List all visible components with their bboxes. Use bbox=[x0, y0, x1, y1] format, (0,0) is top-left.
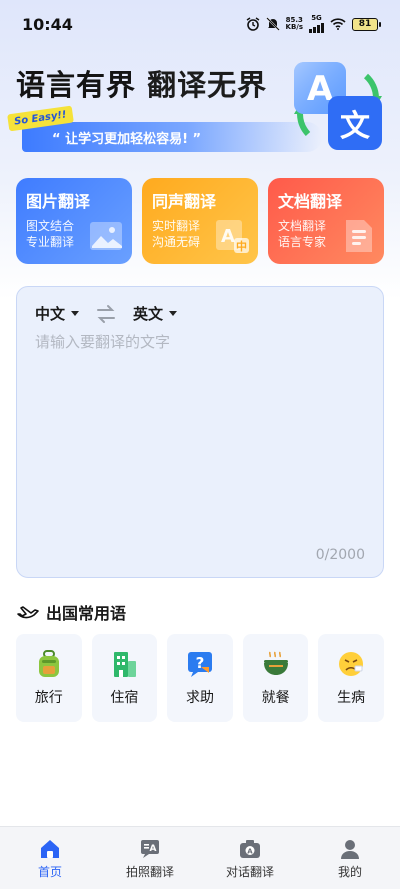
nav-home-label: 首页 bbox=[37, 864, 62, 879]
translate-input[interactable] bbox=[35, 331, 365, 531]
svg-text:中: 中 bbox=[236, 239, 247, 253]
phrase-label: 就餐 bbox=[261, 690, 290, 706]
feature-title: 图片翻译 bbox=[26, 192, 91, 211]
status-icons: 85.3 KB/s 5G 81 bbox=[246, 14, 381, 33]
feature-title: 文档翻译 bbox=[278, 192, 343, 211]
phrase-help[interactable]: ? 求助 bbox=[167, 634, 233, 722]
source-language-label: 中文 bbox=[35, 305, 66, 323]
home-icon bbox=[41, 839, 59, 858]
nav-dialog-translate-label: 对话翻译 bbox=[225, 864, 274, 879]
hero-title-part2: 翻译无界 bbox=[147, 68, 268, 102]
nav-profile-label: 我的 bbox=[337, 864, 362, 879]
nav-dialog-translate[interactable]: A 对话翻译 bbox=[200, 827, 300, 889]
wifi-icon bbox=[330, 18, 346, 30]
nav-photo-translate[interactable]: A 拍照翻译 bbox=[100, 827, 200, 889]
svg-text:?: ? bbox=[196, 654, 205, 672]
phrase-travel[interactable]: 旅行 bbox=[16, 634, 82, 722]
nav-photo-translate-label: 拍照翻译 bbox=[125, 864, 174, 879]
sick-face-icon bbox=[339, 652, 364, 676]
phrase-sick[interactable]: 生病 bbox=[318, 634, 384, 722]
photo-translate-icon: A bbox=[141, 839, 159, 858]
source-language-select[interactable]: 中文 bbox=[35, 303, 80, 324]
svg-text:A: A bbox=[221, 226, 235, 247]
feature-cards: 图片翻译 图文结合 专业翻译 同声翻译 实时翻译 沟通无碍 A 中 文档翻译 文… bbox=[16, 178, 384, 264]
camera-icon: A bbox=[240, 839, 260, 858]
hero-title-part1: 语言有界 bbox=[16, 68, 137, 102]
network-type: 5G bbox=[311, 14, 322, 22]
svg-text:A: A bbox=[247, 847, 253, 855]
alarm-icon bbox=[246, 17, 259, 31]
net-speed: 85.3 KB/s bbox=[286, 17, 303, 31]
phrase-label: 生病 bbox=[337, 690, 366, 706]
mute-bell-icon bbox=[265, 17, 280, 31]
battery-icon: 81 bbox=[352, 17, 381, 31]
translate-ac-icon: A 中 bbox=[216, 220, 249, 253]
battery-level: 81 bbox=[358, 19, 372, 29]
phrase-label: 旅行 bbox=[34, 690, 63, 706]
language-selector-row: 中文 英文 bbox=[35, 303, 178, 324]
nav-home[interactable]: 首页 bbox=[0, 827, 100, 889]
phrase-dining[interactable]: 就餐 bbox=[242, 634, 309, 722]
translate-illustration-icon: A 文 bbox=[294, 62, 382, 150]
svg-text:文: 文 bbox=[340, 109, 370, 144]
nav-profile[interactable]: 我的 bbox=[300, 827, 400, 889]
backpack-icon bbox=[38, 650, 59, 677]
help-icon: ? bbox=[187, 652, 212, 677]
chevron-down-icon bbox=[71, 311, 80, 316]
char-count: 0/2000 bbox=[315, 547, 365, 563]
phrase-label: 求助 bbox=[185, 690, 214, 706]
phrase-section-header: 出国常用语 bbox=[16, 600, 126, 624]
noodle-bowl-icon bbox=[263, 651, 288, 675]
translate-box: 中文 英文 0/2000 bbox=[16, 286, 384, 578]
target-language-label: 英文 bbox=[133, 305, 164, 323]
hero-title: 语言有界 翻译无界 bbox=[16, 62, 267, 104]
document-translate-card[interactable]: 文档翻译 文档翻译 语言专家 bbox=[268, 178, 384, 264]
document-icon bbox=[346, 220, 372, 252]
net-speed-unit: KB/s bbox=[285, 23, 303, 31]
phrase-label: 住宿 bbox=[110, 690, 139, 706]
swap-language-icon[interactable] bbox=[95, 304, 117, 324]
phrase-accommodation[interactable]: 住宿 bbox=[91, 634, 158, 722]
hero-slogan: “ 让学习更加轻松容易! ” bbox=[52, 131, 202, 147]
image-icon bbox=[90, 222, 122, 250]
svg-text:A: A bbox=[150, 844, 157, 854]
bottom-nav: 首页 A 拍照翻译 A 对话翻译 我的 bbox=[0, 826, 400, 889]
phrase-section-title: 出国常用语 bbox=[46, 604, 127, 623]
hotel-icon bbox=[114, 652, 137, 677]
signal-icon bbox=[309, 22, 324, 33]
hero-banner: 语言有界 翻译无界 “ 让学习更加轻松容易! ” So Easy!! A 文 bbox=[0, 52, 400, 162]
phrase-list: 旅行 住宿 ? 求助 就餐 生病 bbox=[16, 634, 384, 722]
feature-title: 同声翻译 bbox=[152, 192, 217, 211]
hero-slogan-banner: “ 让学习更加轻松容易! ” bbox=[22, 122, 322, 152]
target-language-select[interactable]: 英文 bbox=[133, 303, 178, 324]
chevron-down-icon bbox=[169, 311, 178, 316]
plane-icon bbox=[17, 606, 39, 619]
status-bar: 10:44 85.3 KB/s 5G 81 bbox=[0, 0, 400, 48]
profile-icon bbox=[341, 839, 359, 859]
status-time: 10:44 bbox=[22, 14, 73, 34]
simultaneous-translate-card[interactable]: 同声翻译 实时翻译 沟通无碍 A 中 bbox=[142, 178, 258, 264]
image-translate-card[interactable]: 图片翻译 图文结合 专业翻译 bbox=[16, 178, 132, 264]
